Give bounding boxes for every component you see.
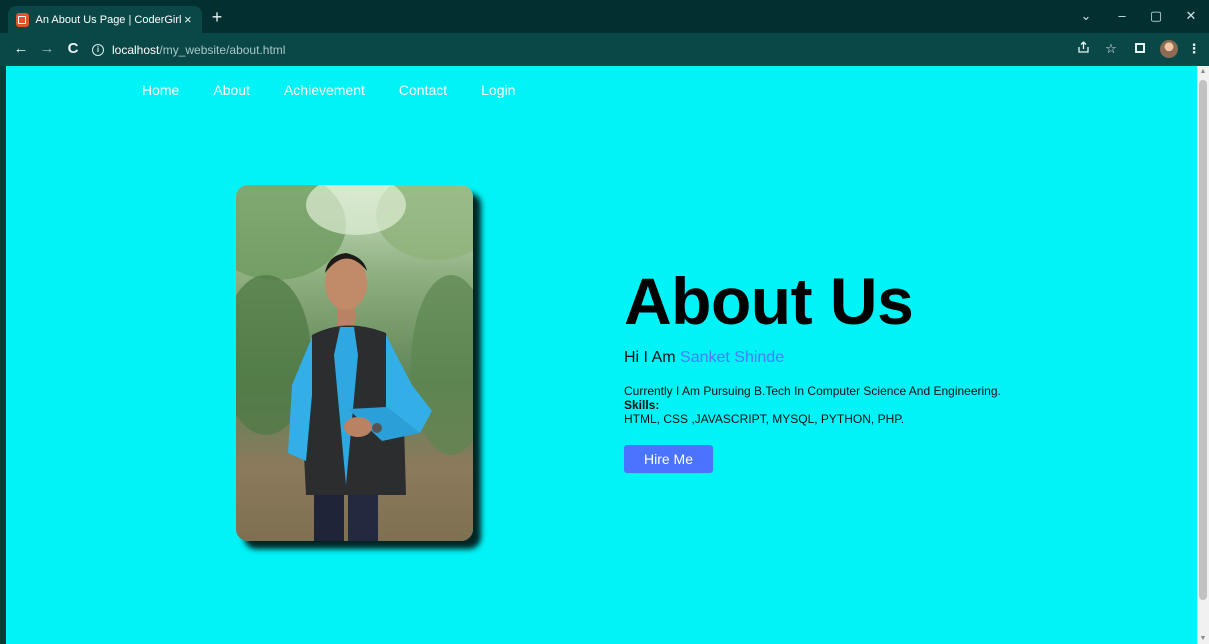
reload-button[interactable]: C [64,41,82,57]
tab-strip: An About Us Page | CoderGirl × + ⌄ – ▢ ✕ [0,0,1209,33]
site-favicon-icon [16,12,29,27]
scroll-down-arrow-icon[interactable]: ▼ [1199,635,1207,642]
scrollbar-thumb[interactable] [1199,80,1207,600]
back-button[interactable]: ← [12,41,30,57]
tab-title: An About Us Page | CoderGirl [35,13,182,26]
site-info-icon[interactable]: i [92,43,104,56]
minimize-button[interactable]: – [1112,8,1132,24]
profile-avatar[interactable] [1160,40,1178,58]
page-scrollbar[interactable]: ▲ ▼ [1197,66,1209,644]
page-viewport: Home About Achievement Contact Login Abo… [6,66,1197,644]
url-host: localhost [112,42,160,57]
skills-list: HTML, CSS ,JAVASCRIPT, MYSQL, PYTHON, PH… [624,412,905,426]
side-panel-icon[interactable] [1131,41,1149,57]
bio-line: Currently I Am Pursuing B.Tech In Comput… [624,384,1001,398]
address-bar[interactable]: i localhost/my_website/about.html [92,38,1092,61]
nav-link-home[interactable]: Home [142,82,179,98]
close-tab-icon[interactable]: × [181,12,194,27]
browser-toolbar: ← → C i localhost/my_website/about.html … [0,33,1209,66]
url-path: /my_website/about.html [159,42,286,57]
bio-block: Currently I Am Pursuing B.Tech In Comput… [624,384,1001,426]
profile-photo [236,185,473,541]
browser-tab[interactable]: An About Us Page | CoderGirl × [8,6,202,33]
new-tab-button[interactable]: + [208,8,226,26]
close-window-button[interactable]: ✕ [1181,8,1201,24]
site-nav: Home About Achievement Contact Login [142,82,549,98]
page-title: About Us [624,264,914,338]
nav-link-login[interactable]: Login [481,82,515,98]
bookmark-star-icon[interactable]: ☆ [1102,41,1120,57]
hire-me-button[interactable]: Hire Me [624,445,713,473]
greeting-prefix: Hi I Am [624,349,681,366]
nav-link-achievement[interactable]: Achievement [284,82,365,98]
skills-label: Skills: [624,398,660,412]
restore-button[interactable]: ▢ [1146,8,1166,24]
scroll-up-arrow-icon[interactable]: ▲ [1199,68,1207,75]
forward-button[interactable]: → [38,41,56,57]
nav-link-about[interactable]: About [213,82,250,98]
menu-icon[interactable]: ⋮ [1185,41,1203,57]
tab-search-icon[interactable]: ⌄ [1076,8,1096,24]
author-name: Sanket Shinde [680,349,785,366]
share-icon[interactable] [1074,41,1092,58]
greeting-text: Hi I Am Sanket Shinde [624,348,784,368]
nav-link-contact[interactable]: Contact [399,82,447,98]
